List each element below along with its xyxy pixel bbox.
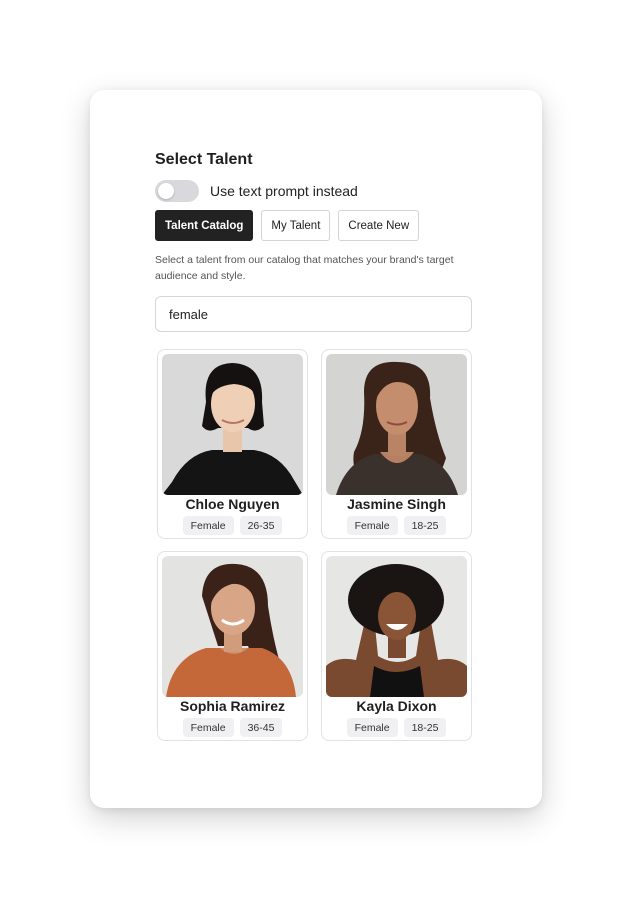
talent-photo: [326, 354, 467, 495]
talent-name: Sophia Ramirez: [179, 698, 286, 714]
gender-badge: Female: [346, 516, 398, 535]
talent-badges: Female 18-25: [326, 516, 467, 535]
search-box: [155, 296, 472, 332]
text-prompt-toggle[interactable]: [155, 180, 199, 202]
talent-card-jasmine-singh[interactable]: Jasmine Singh Female 18-25: [321, 349, 472, 539]
age-badge: 26-35: [239, 516, 283, 535]
talent-photo: [162, 556, 303, 697]
modal-title: Select Talent: [155, 151, 253, 168]
text-prompt-toggle-row: Use text prompt instead: [155, 180, 472, 202]
talent-source-tabs: Talent Catalog My Talent Create New: [155, 210, 472, 241]
tab-talent-catalog[interactable]: Talent Catalog: [155, 210, 254, 241]
talent-name: Jasmine Singh: [347, 496, 446, 512]
gender-badge: Female: [182, 516, 234, 535]
select-talent-modal: Select Talent Use text prompt instead Ta…: [90, 90, 542, 808]
catalog-description: Select a talent from our catalog that ma…: [155, 254, 454, 282]
talent-badges: Female 36-45: [162, 718, 303, 737]
age-badge: 18-25: [403, 516, 447, 535]
age-badge: 18-25: [403, 718, 447, 737]
talent-photo: [326, 556, 467, 697]
age-badge: 36-45: [239, 718, 283, 737]
talent-badges: Female 18-25: [326, 718, 467, 737]
toggle-label: Use text prompt instead: [210, 183, 358, 199]
gender-badge: Female: [182, 718, 234, 737]
talent-badges: Female 26-35: [162, 516, 303, 535]
tab-create-new[interactable]: Create New: [338, 210, 420, 241]
talent-photo: [162, 354, 303, 495]
talent-name: Chloe Nguyen: [185, 496, 280, 512]
gender-badge: Female: [346, 718, 398, 737]
modal-content: Select Talent Use text prompt instead Ta…: [155, 150, 472, 741]
talent-card-sophia-ramirez[interactable]: Sophia Ramirez Female 36-45: [157, 551, 308, 741]
talent-card-kayla-dixon[interactable]: Kayla Dixon Female 18-25: [321, 551, 472, 741]
talent-grid: Chloe Nguyen Female 26-35 Jasmine Singh …: [157, 349, 472, 741]
talent-card-chloe-nguyen[interactable]: Chloe Nguyen Female 26-35: [157, 349, 308, 539]
talent-name: Kayla Dixon: [356, 698, 437, 714]
search-input[interactable]: [169, 306, 458, 322]
tab-my-talent[interactable]: My Talent: [261, 210, 331, 241]
toggle-knob: [158, 183, 174, 199]
